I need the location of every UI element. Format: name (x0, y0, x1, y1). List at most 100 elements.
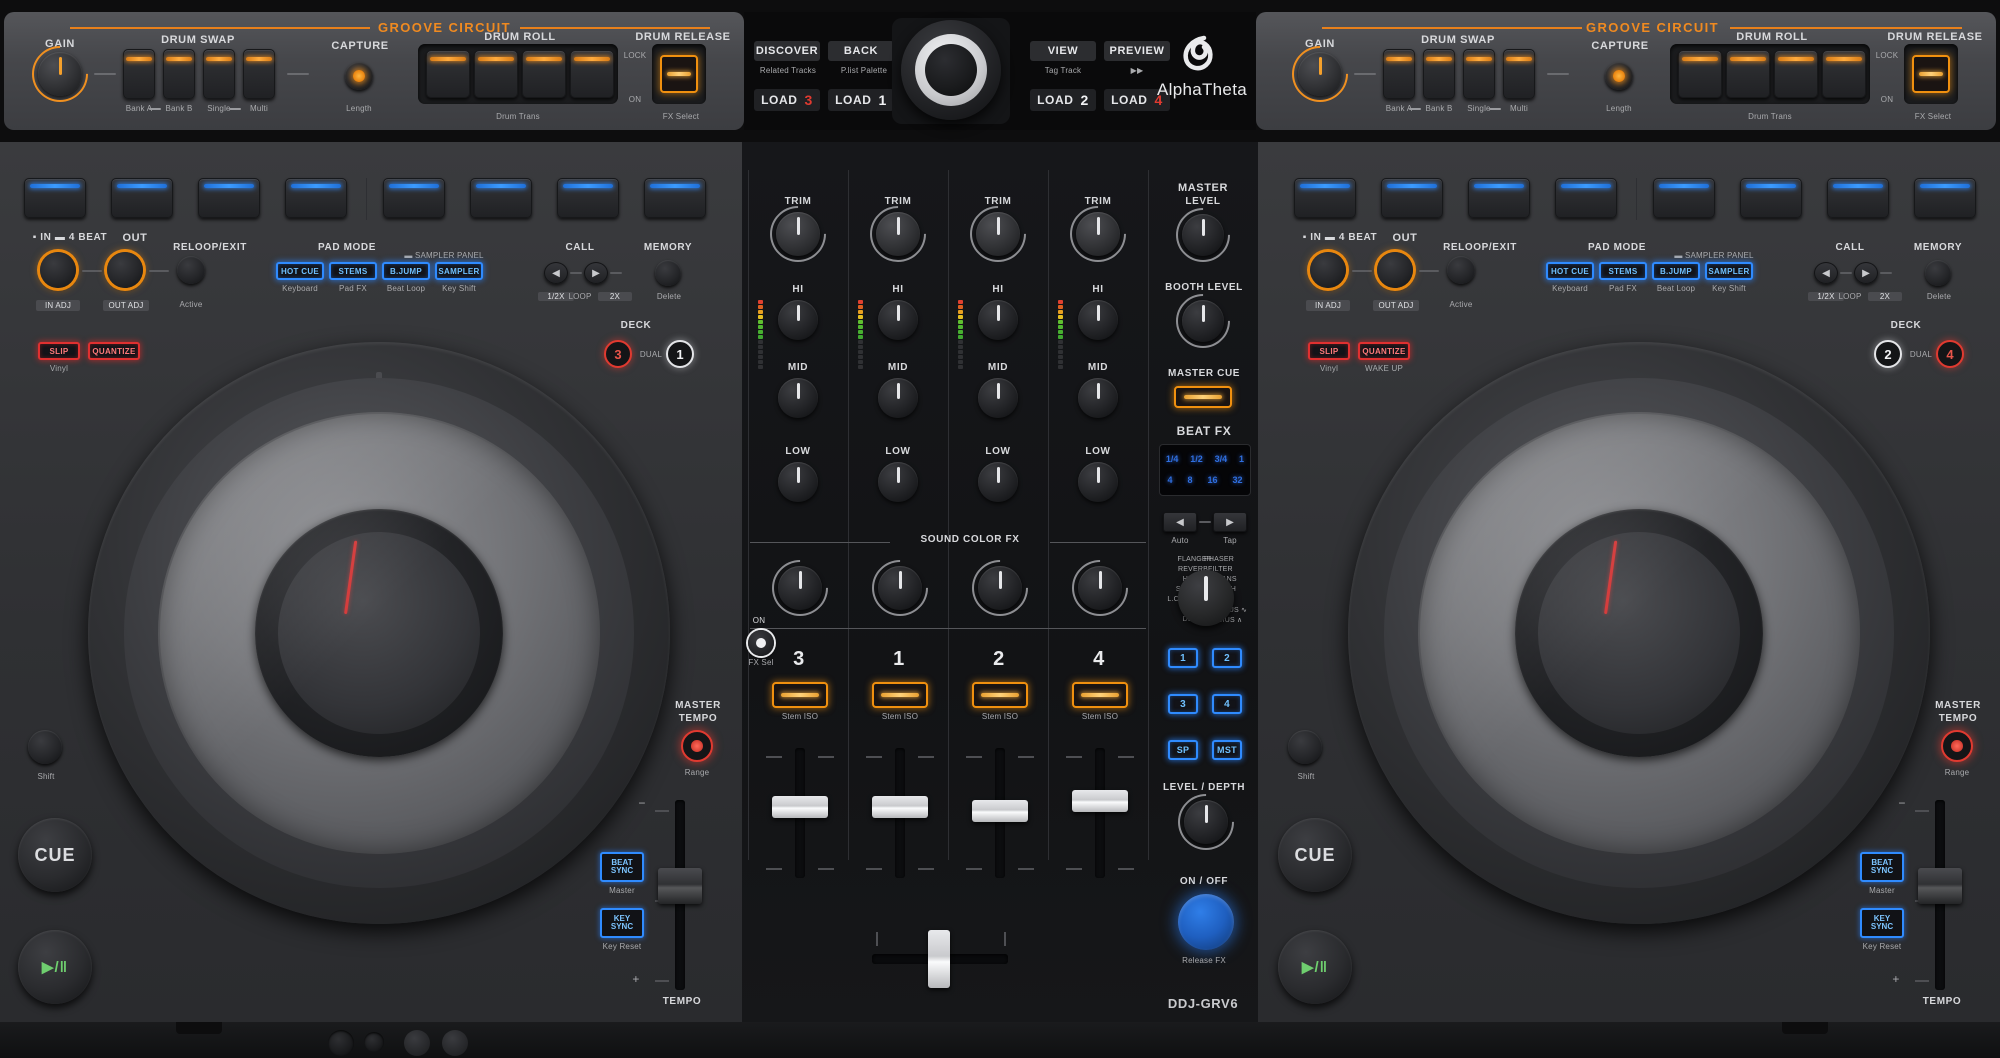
quantize-button-right[interactable]: QUANTIZE (1358, 342, 1410, 360)
right-pad-3[interactable] (1468, 178, 1530, 218)
drum-release-button-left[interactable] (660, 55, 698, 93)
capture-button-right[interactable] (1605, 62, 1633, 90)
drum-roll-pad-4-right[interactable] (1822, 50, 1866, 98)
drum-roll-pad-1-right[interactable] (1678, 50, 1722, 98)
left-pad-6[interactable] (470, 178, 532, 218)
left-pad-8[interactable] (644, 178, 706, 218)
call-next-button-left[interactable]: ▶ (584, 262, 608, 284)
deck-button-4[interactable]: 4 (1936, 340, 1964, 368)
left-pad-7[interactable] (557, 178, 619, 218)
drum-swap-pad-1-right[interactable] (1383, 49, 1415, 99)
call-next-button-right[interactable]: ▶ (1854, 262, 1878, 284)
load-button-3[interactable]: LOAD3 (754, 89, 820, 111)
pad-mode-beat-jump-right[interactable]: B.JUMP (1652, 262, 1700, 280)
right-pad-5[interactable] (1653, 178, 1715, 218)
master-tempo-button-right[interactable] (1941, 730, 1973, 762)
loop-out-button-right[interactable] (1377, 252, 1413, 288)
load-button-2[interactable]: LOAD2 (1030, 89, 1096, 111)
beat-fx-channel-1[interactable]: 1 (1168, 648, 1198, 668)
deck-button-1[interactable]: 1 (666, 340, 694, 368)
reloop-exit-button-left[interactable] (177, 256, 205, 284)
pad-mode-sampler-right[interactable]: SAMPLER (1705, 262, 1753, 280)
low-knob-ch1[interactable] (778, 462, 818, 502)
drum-roll-pad-2-right[interactable] (1726, 50, 1770, 98)
left-pad-4[interactable] (285, 178, 347, 218)
call-prev-button-left[interactable]: ◀ (544, 262, 568, 284)
call-prev-button-right[interactable]: ◀ (1814, 262, 1838, 284)
view-button[interactable]: VIEW (1030, 41, 1096, 61)
memory-button-left[interactable] (655, 260, 681, 286)
slip-button-right[interactable]: SLIP (1308, 342, 1350, 360)
mid-knob-ch2[interactable] (878, 378, 918, 418)
shift-button-left[interactable] (28, 730, 62, 764)
shift-button-right[interactable] (1288, 730, 1322, 764)
hi-knob-ch3[interactable] (978, 300, 1018, 340)
master-tempo-button-left[interactable] (681, 730, 713, 762)
pad-mode-stems-right[interactable]: STEMS (1599, 262, 1647, 280)
beat-sync-button-right[interactable]: BEAT SYNC (1860, 852, 1904, 882)
low-knob-ch4[interactable] (1078, 462, 1118, 502)
back-button[interactable]: BACK (828, 41, 894, 61)
left-pad-2[interactable] (111, 178, 173, 218)
right-pad-4[interactable] (1555, 178, 1617, 218)
right-pad-6[interactable] (1740, 178, 1802, 218)
deck-button-3[interactable]: 3 (604, 340, 632, 368)
beat-fx-channel-3[interactable]: 3 (1168, 694, 1198, 714)
headphone-jack-1[interactable] (328, 1030, 354, 1056)
beat-fx-select-knob[interactable] (1178, 570, 1234, 626)
beat-fx-channel-mst[interactable]: MST (1212, 740, 1242, 760)
hi-knob-ch1[interactable] (778, 300, 818, 340)
drum-swap-pad-4-left[interactable] (243, 49, 275, 99)
headphone-jack-2[interactable] (364, 1032, 384, 1052)
stem-iso-button-ch3[interactable] (972, 682, 1028, 708)
load-button-1[interactable]: LOAD1 (828, 89, 894, 111)
pad-mode-stems-left[interactable]: STEMS (329, 262, 377, 280)
right-pad-7[interactable] (1827, 178, 1889, 218)
drum-roll-pad-3-left[interactable] (522, 50, 566, 98)
channel-fader-slot-ch4[interactable] (1095, 748, 1105, 878)
pad-mode-hot-cue-left[interactable]: HOT CUE (276, 262, 324, 280)
beat-fx-next-button[interactable]: ▶ (1213, 512, 1247, 532)
drum-swap-pad-1-left[interactable] (123, 49, 155, 99)
quantize-button-left[interactable]: QUANTIZE (88, 342, 140, 360)
drum-swap-pad-3-right[interactable] (1463, 49, 1495, 99)
cue-button-right[interactable]: CUE (1278, 818, 1352, 892)
master-cue-button[interactable] (1174, 386, 1232, 408)
crossfader-cap[interactable] (928, 930, 950, 988)
beat-sync-button-left[interactable]: BEAT SYNC (600, 852, 644, 882)
right-pad-1[interactable] (1294, 178, 1356, 218)
pad-mode-sampler-left[interactable]: SAMPLER (435, 262, 483, 280)
key-sync-button-left[interactable]: KEY SYNC (600, 908, 644, 938)
channel-fader-cap-ch2[interactable] (872, 796, 928, 818)
slip-button-left[interactable]: SLIP (38, 342, 80, 360)
drum-roll-pad-3-right[interactable] (1774, 50, 1818, 98)
low-knob-ch2[interactable] (878, 462, 918, 502)
beat-fx-channel-4[interactable]: 4 (1212, 694, 1242, 714)
mid-knob-ch4[interactable] (1078, 378, 1118, 418)
discover-button[interactable]: DISCOVER (754, 41, 820, 61)
drum-roll-pad-2-left[interactable] (474, 50, 518, 98)
drum-release-button-right[interactable] (1912, 55, 1950, 93)
key-sync-button-right[interactable]: KEY SYNC (1860, 908, 1904, 938)
mid-knob-ch3[interactable] (978, 378, 1018, 418)
pad-mode-beat-jump-left[interactable]: B.JUMP (382, 262, 430, 280)
beat-fx-on-off-button[interactable] (1178, 894, 1234, 950)
pad-mode-hot-cue-right[interactable]: HOT CUE (1546, 262, 1594, 280)
drum-roll-pad-1-left[interactable] (426, 50, 470, 98)
drum-swap-pad-3-left[interactable] (203, 49, 235, 99)
channel-fader-cap-ch3[interactable] (972, 800, 1028, 822)
capture-button-left[interactable] (345, 62, 373, 90)
mid-knob-ch1[interactable] (778, 378, 818, 418)
stem-iso-button-ch1[interactable] (772, 682, 828, 708)
tempo-fader-cap-left[interactable] (658, 868, 702, 904)
fx-sel-button[interactable] (748, 630, 774, 656)
loop-out-button-left[interactable] (107, 252, 143, 288)
low-knob-ch3[interactable] (978, 462, 1018, 502)
memory-button-right[interactable] (1925, 260, 1951, 286)
play-pause-button-right[interactable]: ▶/‖ (1278, 930, 1352, 1004)
left-pad-5[interactable] (383, 178, 445, 218)
tempo-fader-cap-right[interactable] (1918, 868, 1962, 904)
channel-fader-cap-ch4[interactable] (1072, 790, 1128, 812)
cue-button-left[interactable]: CUE (18, 818, 92, 892)
hi-knob-ch4[interactable] (1078, 300, 1118, 340)
